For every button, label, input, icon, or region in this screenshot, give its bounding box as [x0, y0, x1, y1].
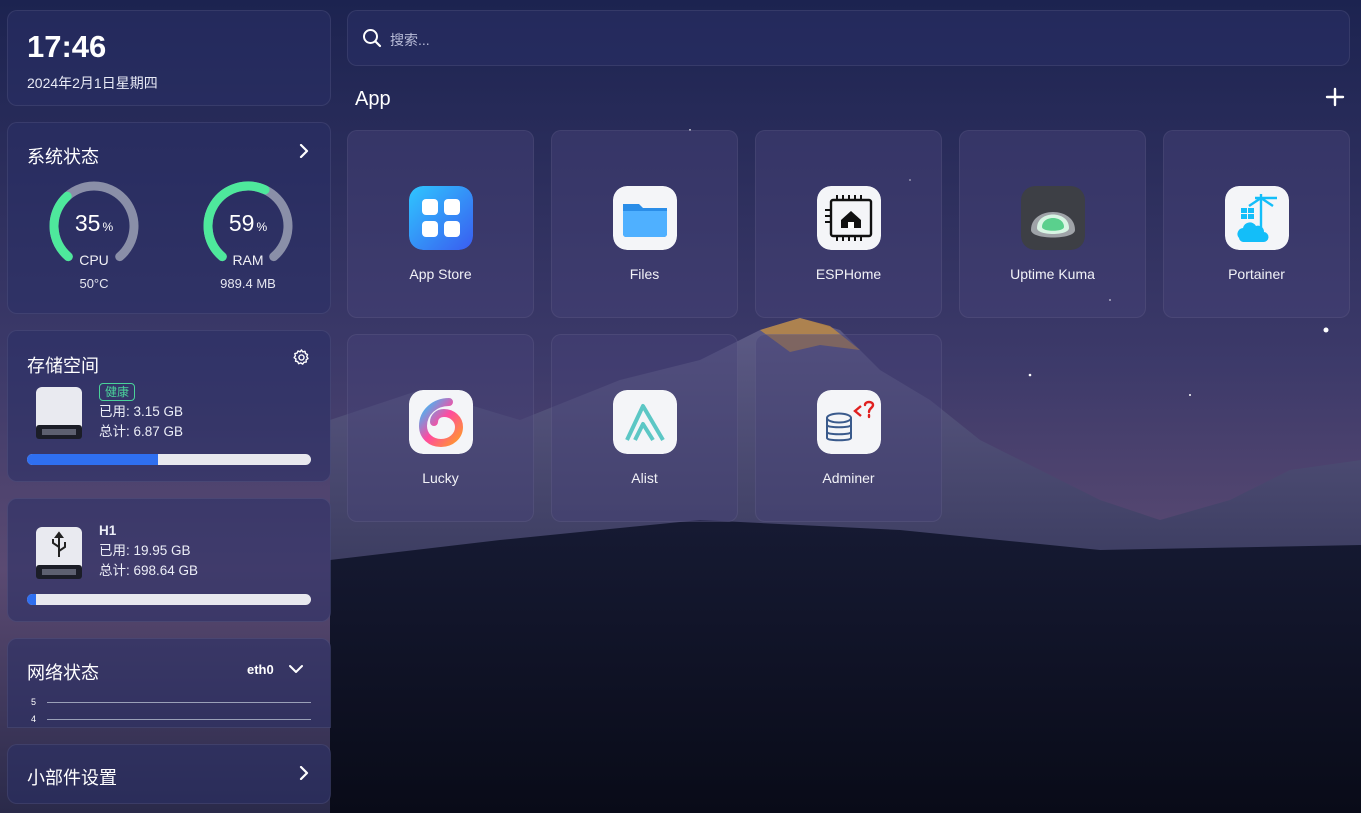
network-title: 网络状态 — [27, 663, 99, 683]
app-tile-adminer[interactable]: Adminer — [755, 334, 942, 522]
esphome-chip-icon — [817, 186, 881, 250]
ram-label: RAM — [232, 252, 264, 268]
disk-2-usage-bar — [27, 594, 311, 605]
lucky-icon — [409, 390, 473, 454]
network-grid-line — [47, 702, 311, 703]
apps-section-title: App — [355, 88, 391, 110]
storage-widget: 存储空间 健康 已用: 3.15 GB 总计: 6.87 GB — [7, 330, 331, 482]
chevron-right-icon — [299, 766, 309, 780]
disk-2-usage-fill — [27, 594, 36, 605]
alist-icon — [613, 390, 677, 454]
network-axis-tick: 5 — [31, 697, 37, 707]
uptime-kuma-icon — [1021, 186, 1085, 250]
app-label: Files — [629, 266, 660, 282]
network-widget: 网络状态 eth0 5 4 — [7, 638, 331, 728]
gear-icon[interactable] — [292, 348, 311, 367]
chevron-down-icon — [289, 665, 303, 673]
app-label: Portainer — [1228, 266, 1285, 282]
usb-drive-icon — [36, 527, 82, 579]
disk-1-total: 总计: 6.87 GB — [99, 424, 184, 439]
app-label: Uptime Kuma — [1010, 266, 1095, 282]
widget-settings-label: 小部件设置 — [27, 768, 117, 788]
ram-gauge: 59% RAM 989.4 MB — [200, 178, 296, 298]
health-badge: 健康 — [99, 383, 136, 401]
app-label: ESPHome — [815, 266, 882, 282]
cpu-label: CPU — [79, 252, 109, 268]
app-tile-lucky[interactable]: Lucky — [347, 334, 534, 522]
add-app-icon[interactable] — [1324, 86, 1346, 108]
disk-1-used: 已用: 3.15 GB — [99, 404, 184, 419]
cpu-temperature: 50°C — [79, 276, 109, 291]
cpu-gauge: 35% CPU 50°C — [46, 178, 142, 298]
adminer-database-icon — [817, 390, 881, 454]
disk-2-used: 已用: 19.95 GB — [99, 543, 191, 558]
search-bar[interactable] — [347, 10, 1350, 66]
app-tile-app-store[interactable]: App Store — [347, 130, 534, 318]
disk-2-total: 总计: 698.64 GB — [99, 563, 199, 578]
app-tile-uptime-kuma[interactable]: Uptime Kuma — [959, 130, 1146, 318]
network-axis-tick: 4 — [31, 714, 37, 724]
ram-usage: 989.4 MB — [220, 276, 276, 291]
disk-1-usage-bar — [27, 454, 311, 465]
search-icon — [363, 29, 382, 48]
ram-percent: 59% — [228, 210, 268, 236]
system-status-widget[interactable]: 系统状态 35% CPU 50°C 59% RAM 989.4 MB — [7, 122, 331, 314]
app-tile-alist[interactable]: Alist — [551, 334, 738, 522]
storage-title: 存储空间 — [27, 356, 99, 376]
network-interface-label: eth0 — [247, 662, 274, 677]
disk-2-name: H1 — [99, 523, 117, 538]
portainer-icon — [1225, 186, 1289, 250]
disk-1-info: 健康 已用: 3.15 GB 总计: 6.87 GB — [99, 382, 183, 442]
disk-1-usage-fill — [27, 454, 158, 465]
app-label: Alist — [631, 470, 658, 486]
clock-widget: 17:46 2024年2月1日星期四 — [7, 10, 331, 106]
network-interface-select[interactable]: eth0 — [247, 661, 303, 681]
app-tile-esphome[interactable]: ESPHome — [755, 130, 942, 318]
app-tile-portainer[interactable]: Portainer — [1163, 130, 1350, 318]
system-status-title: 系统状态 — [27, 147, 99, 167]
search-input[interactable] — [388, 27, 1292, 53]
app-label: Lucky — [422, 470, 459, 486]
app-store-icon — [409, 186, 473, 250]
app-label: Adminer — [822, 470, 875, 486]
app-tile-files[interactable]: Files — [551, 130, 738, 318]
clock-date: 2024年2月1日星期四 — [27, 75, 158, 91]
clock-time: 17:46 — [27, 29, 107, 64]
files-folder-icon — [613, 186, 677, 250]
widget-settings-button[interactable]: 小部件设置 — [7, 744, 331, 804]
hard-drive-icon — [36, 387, 82, 439]
disk-2-info: H1 已用: 19.95 GB 总计: 698.64 GB — [99, 521, 198, 581]
usb-drive-widget: H1 已用: 19.95 GB 总计: 698.64 GB — [7, 498, 331, 622]
app-label: App Store — [409, 266, 472, 282]
chevron-right-icon[interactable] — [297, 144, 311, 158]
cpu-percent: 35% — [74, 210, 114, 236]
network-grid-line — [47, 719, 311, 720]
